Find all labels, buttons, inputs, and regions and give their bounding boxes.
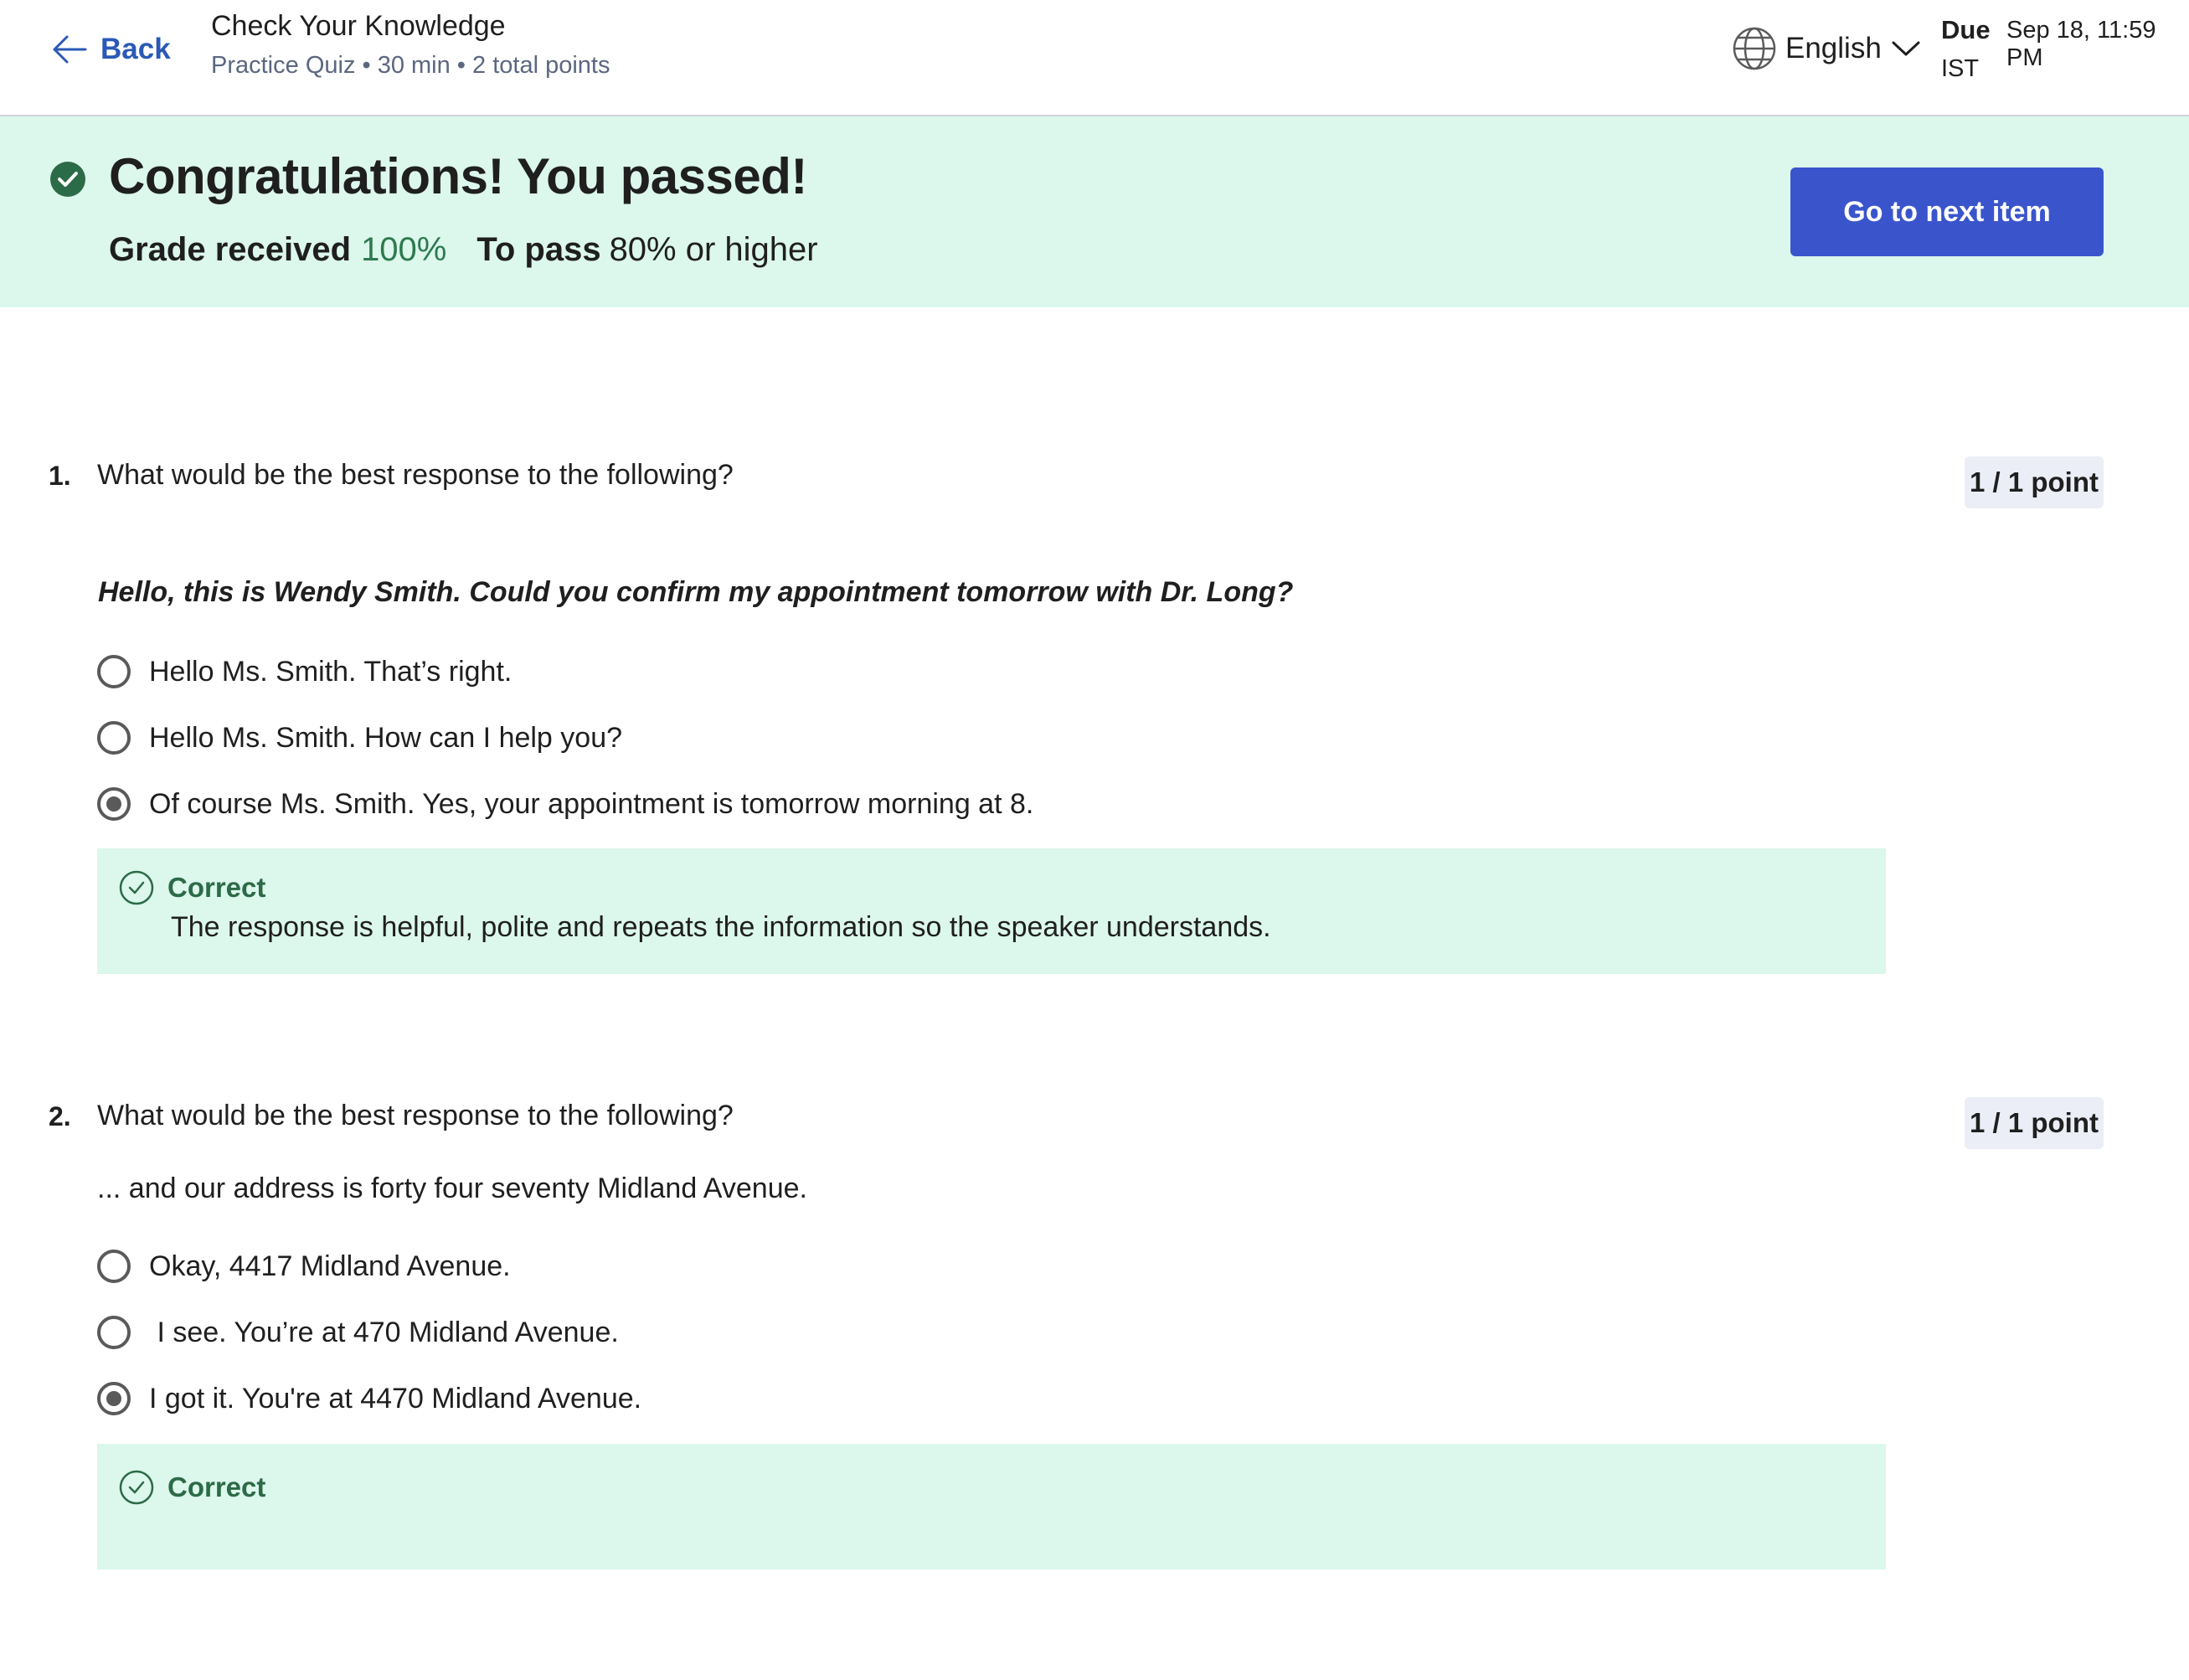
- feedback-box: Correct The response is helpful, polite …: [97, 848, 1886, 974]
- language-label: English: [1785, 32, 1882, 64]
- feedback-label: Correct: [167, 1471, 266, 1502]
- globe-icon: [1733, 27, 1776, 70]
- check-circle-outline-icon: [119, 870, 154, 905]
- due-label: Due: [1941, 15, 1991, 44]
- feedback-label: Correct: [167, 872, 266, 903]
- question-text: What would be the best response to the f…: [97, 459, 734, 491]
- language-selector[interactable]: English: [1732, 23, 1920, 74]
- radio-button[interactable]: [97, 721, 131, 755]
- grade-summary: Grade received 100% To pass 80% or highe…: [109, 231, 818, 269]
- radio-button[interactable]: [97, 655, 131, 688]
- due-timezone: IST: [1941, 55, 1980, 82]
- quiz-title: Check Your Knowledge: [211, 10, 506, 42]
- grade-label: Grade received: [109, 231, 352, 268]
- answer-option[interactable]: Of course Ms. Smith. Yes, your appointme…: [97, 787, 1033, 821]
- back-button[interactable]: Back: [52, 25, 171, 74]
- radio-button[interactable]: [97, 1250, 131, 1283]
- answer-option[interactable]: Hello Ms. Smith. How can I help you?: [97, 721, 622, 755]
- points-badge: 1 / 1 point: [1965, 1097, 2104, 1149]
- pass-value: 80% or higher: [609, 231, 818, 268]
- feedback-header: Correct: [119, 870, 265, 905]
- feedback-header: Correct: [119, 1470, 265, 1505]
- quiz-subtitle: Practice Quiz • 30 min • 2 total points: [211, 52, 610, 79]
- option-label: Hello Ms. Smith. How can I help you?: [149, 721, 623, 754]
- question-text: What would be the best response to the f…: [97, 1100, 734, 1131]
- chevron-down-icon: [1892, 41, 1920, 56]
- answer-option[interactable]: I see. You’re at 470 Midland Avenue.: [97, 1316, 619, 1349]
- back-label: Back: [100, 33, 171, 65]
- pass-title: Congratulations! You passed!: [109, 148, 807, 204]
- feedback-box: Correct: [97, 1444, 1886, 1569]
- option-label: I got it. You're at 4470 Midland Avenue.: [149, 1382, 642, 1415]
- option-label: Hello Ms. Smith. That’s right.: [149, 655, 512, 688]
- grade-value: 100%: [361, 231, 447, 268]
- answer-option[interactable]: I got it. You're at 4470 Midland Avenue.: [97, 1382, 641, 1415]
- answer-option[interactable]: Hello Ms. Smith. That’s right.: [97, 655, 512, 688]
- question-number: 2.: [49, 1101, 71, 1131]
- points-badge: 1 / 1 point: [1965, 456, 2104, 508]
- pass-label: To pass: [476, 231, 601, 268]
- radio-button-selected[interactable]: [97, 1382, 131, 1415]
- option-label: Of course Ms. Smith. Yes, your appointme…: [149, 787, 1034, 820]
- check-circle-outline-icon: [119, 1470, 154, 1505]
- due-date: Sep 18, 11:59 PM: [2006, 17, 2156, 71]
- feedback-text: The response is helpful, polite and repe…: [171, 911, 1271, 943]
- option-label: I see. You’re at 470 Midland Avenue.: [149, 1316, 619, 1348]
- question-number: 1.: [49, 461, 71, 491]
- radio-button-selected[interactable]: [97, 787, 131, 821]
- answer-option[interactable]: Okay, 4417 Midland Avenue.: [97, 1250, 511, 1283]
- radio-button[interactable]: [97, 1316, 131, 1349]
- question-prompt: ... and our address is forty four sevent…: [97, 1172, 807, 1204]
- go-to-next-item-button[interactable]: Go to next item: [1790, 167, 2104, 256]
- question-prompt: Hello, this is Wendy Smith. Could you co…: [98, 576, 1294, 608]
- option-label: Okay, 4417 Midland Avenue.: [149, 1250, 511, 1282]
- check-circle-icon: [50, 162, 85, 197]
- arrow-left-icon: [53, 35, 87, 64]
